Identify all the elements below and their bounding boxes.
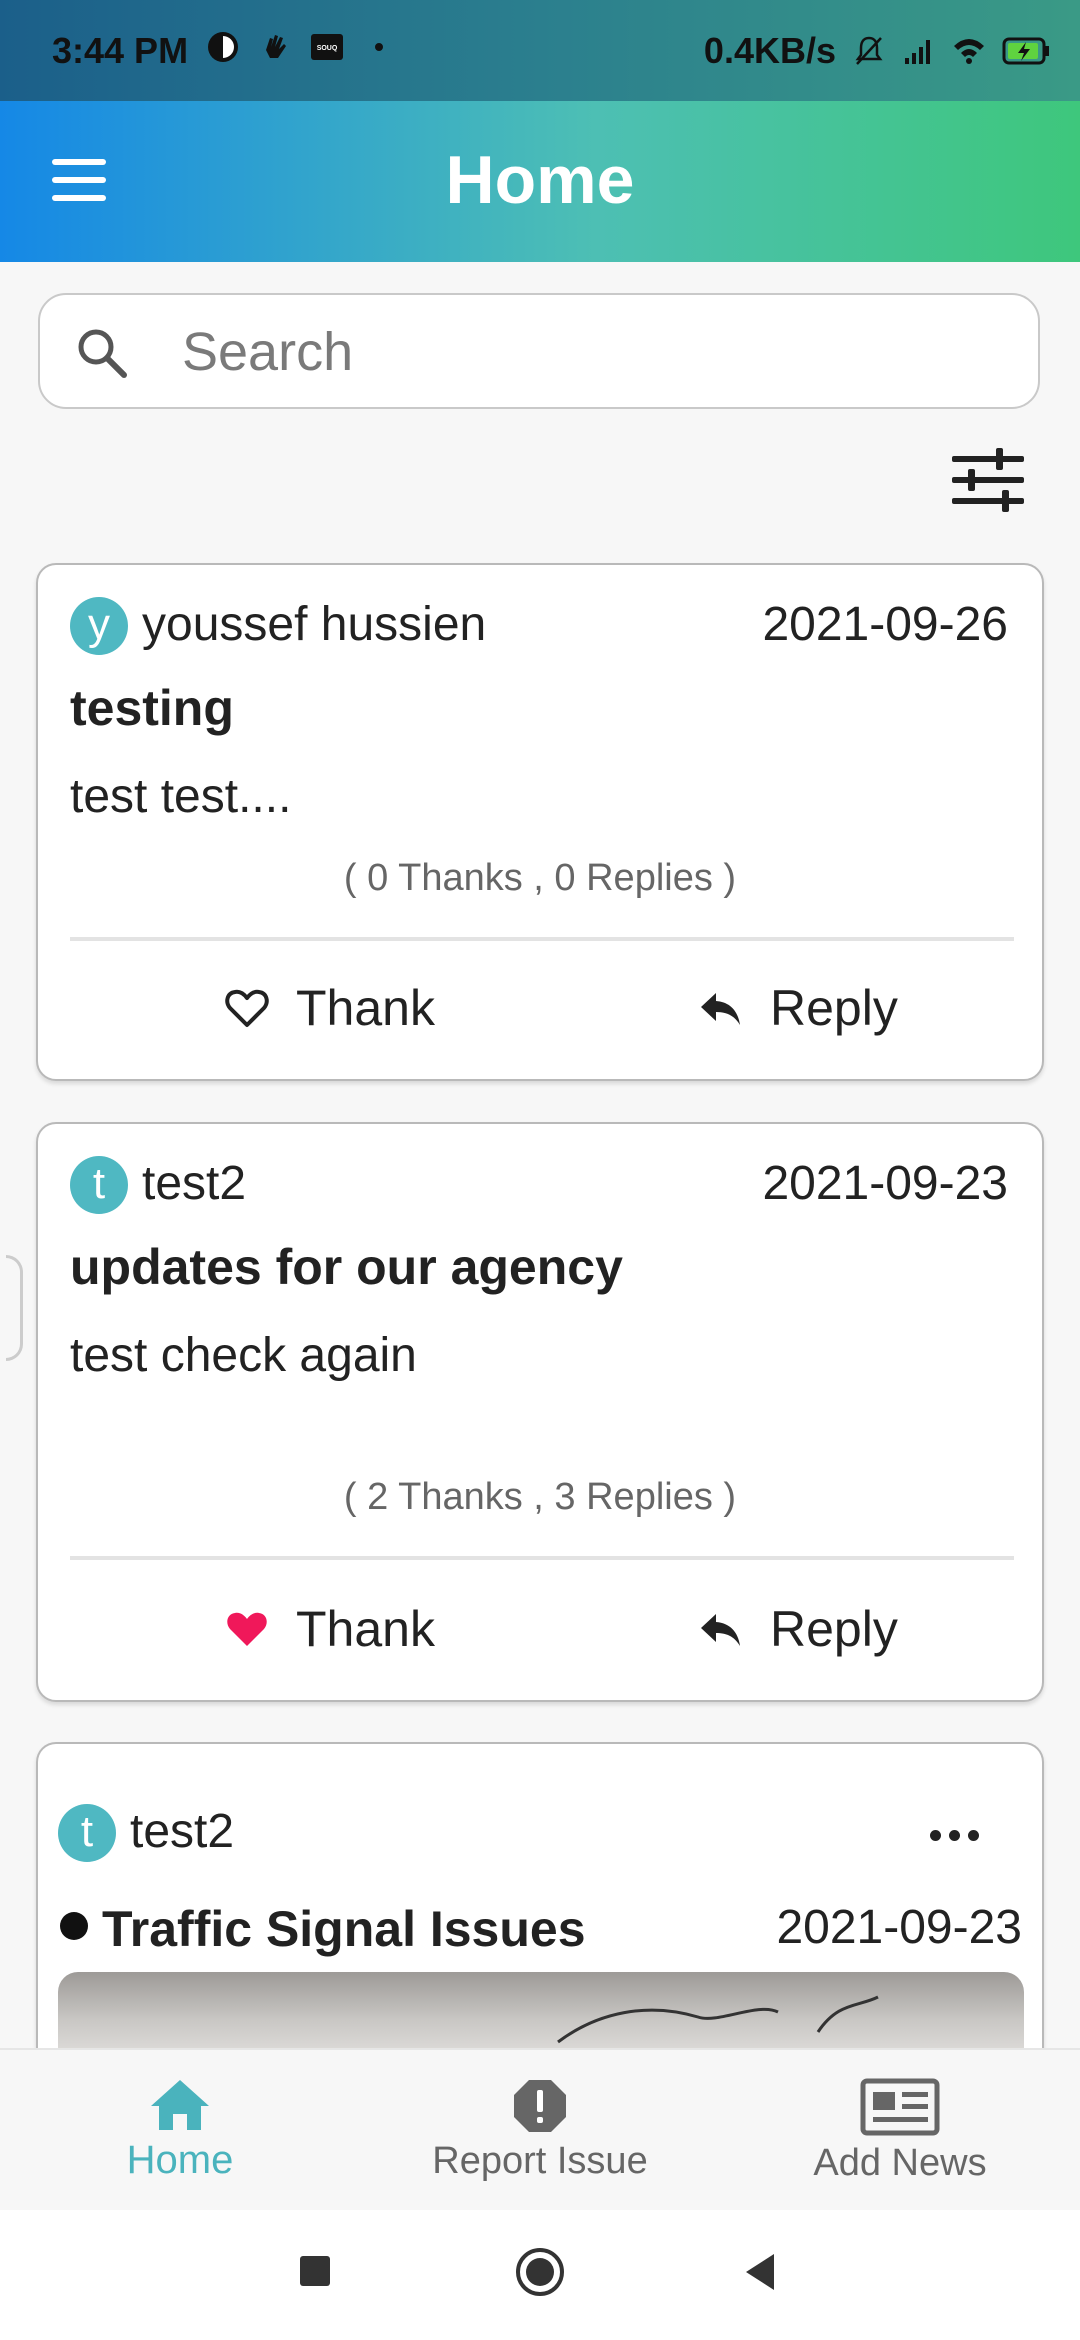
status-left-icons: SOUQ [206, 30, 396, 64]
avatar: t [58, 1804, 116, 1862]
back-triangle-icon[interactable] [742, 2246, 778, 2300]
issue-date: 2021-09-23 [776, 1901, 1022, 1954]
status-right-icons: 0.4KB/s [704, 30, 1050, 72]
nav-report-issue-label: Report Issue [432, 2140, 648, 2182]
souq-app-icon: SOUQ [311, 34, 343, 60]
issue-image-sketch [557, 1995, 879, 2044]
thank-label: Thank [296, 980, 435, 1036]
bullet-icon [60, 1912, 88, 1940]
post-counts: ( 2 Thanks , 3 Replies ) [343, 1476, 737, 1518]
thank-label: Thank [296, 1601, 435, 1657]
home-circle-icon[interactable] [514, 2246, 566, 2300]
status-bar: 3:44 PM SOUQ 0.4KB/s [0, 0, 1080, 101]
system-navigation-bar [0, 2210, 1080, 2340]
post-date: 2021-09-23 [762, 1157, 1008, 1210]
post-counts: ( 0 Thanks , 0 Replies ) [343, 857, 737, 899]
app-notification-icon [208, 32, 238, 62]
app-bar: Home [0, 101, 1080, 262]
sliders-filter-icon[interactable] [950, 446, 1026, 514]
edge-swipe-handle[interactable] [6, 1255, 23, 1361]
reply-label: Reply [770, 980, 898, 1036]
reply-icon [701, 993, 740, 1025]
status-time: 3:44 PM [52, 30, 189, 71]
dot-icon [375, 43, 383, 51]
issue-image[interactable] [58, 1972, 1024, 2052]
nav-add-news-label: Add News [813, 2142, 987, 2184]
alert-octagon-icon [514, 2080, 566, 2132]
heart-filled-icon [227, 1612, 267, 1646]
search-icon [78, 329, 127, 378]
reply-icon [701, 1614, 740, 1646]
reply-button[interactable]: Reply [698, 979, 898, 1037]
avatar: y [70, 597, 128, 655]
net-speed: 0.4KB/s [703, 30, 836, 71]
wifi-icon [954, 39, 984, 64]
reply-label: Reply [770, 1601, 898, 1657]
post-title: updates for our agency [70, 1239, 623, 1295]
thank-button[interactable]: Thank [224, 979, 435, 1037]
hand-wave-icon [266, 35, 286, 58]
post-title: testing [70, 680, 234, 736]
nav-home-label: Home [126, 2138, 234, 2182]
heart-outline-icon [225, 989, 269, 1027]
reply-button[interactable]: Reply [698, 1600, 898, 1658]
divider [70, 937, 1014, 941]
post-author[interactable]: youssef hussien [142, 597, 486, 652]
issue-author[interactable]: test2 [130, 1804, 234, 1859]
avatar: t [70, 1156, 128, 1214]
battery-charging-icon [1002, 37, 1049, 65]
recents-icon[interactable] [298, 2246, 332, 2300]
search-input[interactable] [180, 315, 1004, 389]
post-body: test check again [70, 1329, 417, 1382]
page-title: Home [445, 142, 635, 218]
post-body: test test.... [70, 770, 292, 823]
divider [70, 1556, 1014, 1560]
home-icon [151, 2080, 209, 2130]
more-horizontal-icon[interactable] [930, 1830, 979, 1841]
post-card[interactable]: y youssef hussien 2021-09-26 testing tes… [36, 563, 1044, 1081]
post-date: 2021-09-26 [762, 598, 1008, 651]
thank-button[interactable]: Thank [224, 1600, 435, 1658]
mute-icon [855, 36, 883, 65]
newspaper-icon [860, 2078, 940, 2136]
post-card[interactable]: t test2 2021-09-23 updates for our agenc… [36, 1122, 1044, 1702]
signal-icon [905, 40, 930, 64]
search-bar[interactable] [38, 293, 1040, 409]
issue-title: Traffic Signal Issues [102, 1901, 586, 1957]
post-author[interactable]: test2 [142, 1156, 246, 1211]
svg-text:SOUQ: SOUQ [317, 45, 338, 52]
issue-card[interactable]: t test2 Traffic Signal Issues 2021-09-23 [36, 1742, 1044, 2082]
bottom-navigation: Home Report Issue Add News [0, 2048, 1080, 2212]
